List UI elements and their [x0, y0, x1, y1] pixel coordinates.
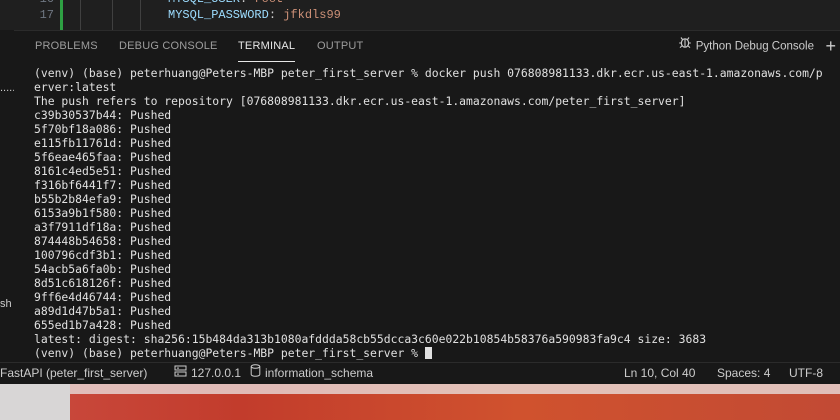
- editor-area[interactable]: 16 17 MYSQL_USER: root MYSQL_PASSWORD: j…: [0, 0, 840, 30]
- database-host-label: 127.0.0.1: [191, 366, 242, 380]
- encoding-status[interactable]: UTF-8: [789, 363, 823, 384]
- line-number: 17: [39, 8, 54, 22]
- indentation-status[interactable]: Spaces: 4: [717, 363, 770, 384]
- sidebar-edge-text: .....: [0, 82, 14, 94]
- line-number-gutter: 16 17: [18, 0, 54, 23]
- terminal-line: c39b30537b44: Pushed: [34, 108, 172, 122]
- database-cylinder-icon: [250, 363, 261, 384]
- debug-bug-icon: [678, 31, 692, 62]
- cursor-position-status[interactable]: Ln 10, Col 40: [624, 363, 695, 384]
- tab-terminal[interactable]: TERMINAL: [238, 31, 296, 62]
- terminal-line: 100796cdf3b1: Pushed: [34, 248, 172, 262]
- code-line: MYSQL_USER: root: [168, 0, 341, 7]
- terminal-line: a3f7911df18a: Pushed: [34, 220, 172, 234]
- yaml-key: MYSQL_PASSWORD: [168, 8, 269, 22]
- yaml-value: root: [254, 0, 283, 6]
- panel-tab-bar: PROBLEMS DEBUG CONSOLE TERMINAL OUTPUT P…: [14, 30, 840, 62]
- terminal-line: b55b2b84efa9: Pushed: [34, 192, 172, 206]
- terminal-line: 8d51c618126f: Pushed: [34, 276, 172, 290]
- sidebar-edge-text: sh: [0, 298, 12, 310]
- yaml-separator: :: [240, 0, 254, 6]
- terminal-line: 8161c4ed5e51: Pushed: [34, 164, 172, 178]
- terminal-line: 5f70bf18a086: Pushed: [34, 122, 172, 136]
- desktop-window-edge: [70, 384, 840, 394]
- python-interpreter-status[interactable]: FastAPI (peter_first_server): [0, 363, 147, 384]
- code-line: MYSQL_PASSWORD: jfkdls99: [168, 7, 341, 23]
- tab-debug-console[interactable]: DEBUG CONSOLE: [119, 31, 218, 62]
- tab-problems[interactable]: PROBLEMS: [35, 31, 98, 62]
- indent-guide: [140, 0, 141, 30]
- yaml-value: jfkdls99: [283, 8, 341, 22]
- terminal-prompt-line[interactable]: (venv) (base) peterhuang@Peters-MBP pete…: [34, 346, 823, 360]
- terminal-line: (venv) (base) peterhuang@Peters-MBP pete…: [34, 66, 823, 80]
- terminal-cursor: [424, 347, 432, 359]
- terminal-lines: (venv) (base) peterhuang@Peters-MBP pete…: [34, 66, 823, 360]
- indent-guide: [112, 0, 113, 30]
- terminal-prompt: (venv) (base) peterhuang@Peters-MBP pete…: [34, 346, 425, 360]
- terminal-line: 655ed1b7a428: Pushed: [34, 318, 172, 332]
- terminal-line: f316bf6441f7: Pushed: [34, 178, 172, 192]
- line-number: 16: [18, 0, 54, 7]
- terminal-line: The push refers to repository [076808981…: [34, 94, 686, 108]
- terminal-line: 54acb5a6fa0b: Pushed: [34, 262, 172, 276]
- terminal-line: erver:latest: [34, 80, 117, 94]
- terminal-line: 9ff6e4d46744: Pushed: [34, 290, 172, 304]
- terminal-line: latest: digest: sha256:15b484da313b1080a…: [34, 332, 707, 346]
- terminal-line: a89d1d47b5a1: Pushed: [34, 304, 172, 318]
- git-added-indicator: [60, 0, 63, 30]
- terminal-line: e115fb11761d: Pushed: [34, 136, 172, 150]
- terminal-line: 6153a9b1f580: Pushed: [34, 206, 172, 220]
- database-server-icon: [174, 363, 187, 384]
- sidebar-edge[interactable]: ..... sh: [0, 30, 15, 362]
- tab-output[interactable]: OUTPUT: [317, 31, 363, 62]
- yaml-separator: :: [268, 8, 284, 22]
- debug-console-label: Python Debug Console: [695, 40, 814, 53]
- database-schema-status[interactable]: information_schema: [250, 363, 373, 384]
- code-lines[interactable]: MYSQL_USER: root MYSQL_PASSWORD: jfkdls9…: [168, 0, 341, 23]
- status-bar: FastAPI (peter_first_server) 127.0.0.1 i…: [0, 362, 840, 384]
- terminal-output[interactable]: (venv) (base) peterhuang@Peters-MBP pete…: [14, 62, 840, 362]
- terminal-line: 874448b54658: Pushed: [34, 234, 172, 248]
- terminal-line: 5f6eae465faa: Pushed: [34, 150, 172, 164]
- new-terminal-plus-icon[interactable]: +: [825, 31, 836, 62]
- terminal-instance-selector[interactable]: Python Debug Console: [678, 31, 814, 62]
- indent-guide: [80, 0, 81, 30]
- database-host-status[interactable]: 127.0.0.1: [174, 363, 241, 384]
- yaml-key: MYSQL_USER: [168, 0, 240, 6]
- database-schema-label: information_schema: [265, 366, 374, 380]
